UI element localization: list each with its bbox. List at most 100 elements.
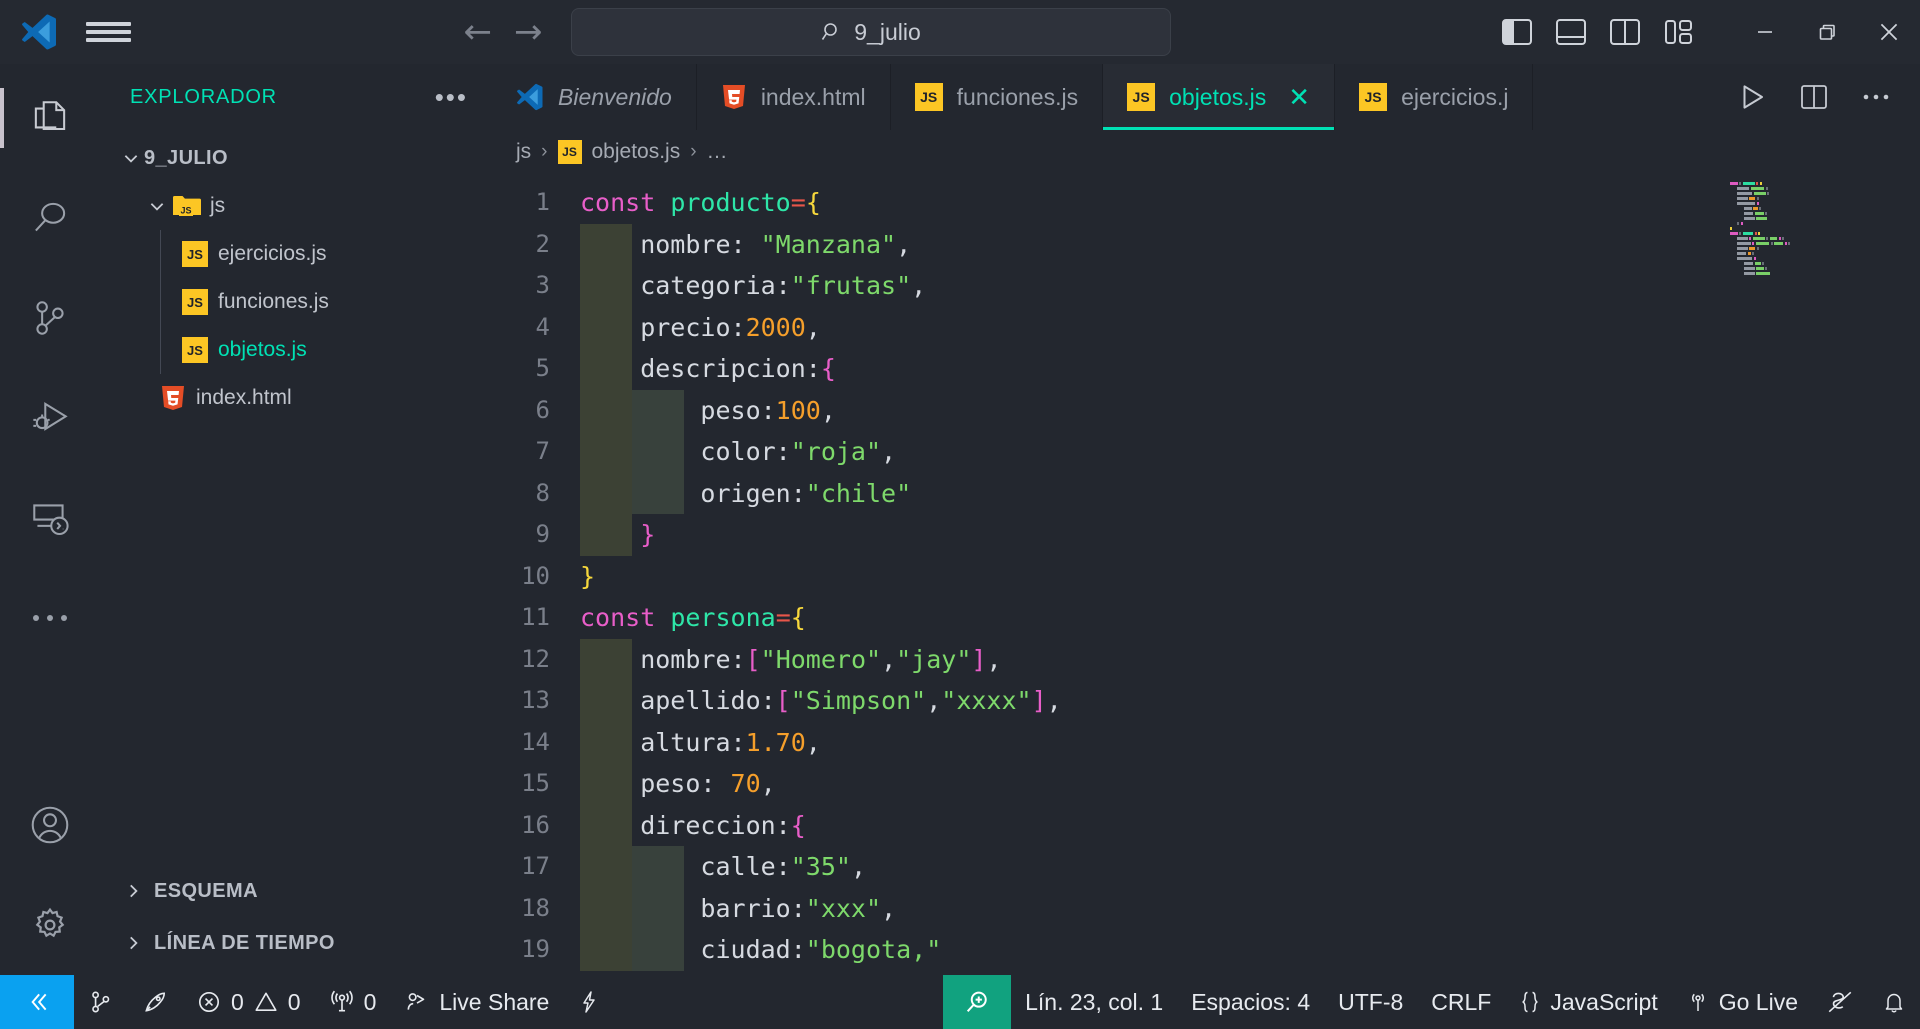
code-line[interactable]: altura:1.70, <box>568 721 1920 763</box>
code-token: , <box>986 644 1002 674</box>
code-line[interactable]: precio:2000, <box>568 306 1920 348</box>
sidebar-item-remote-explorer[interactable] <box>0 468 100 568</box>
code-token: = <box>775 603 791 632</box>
accounts-button[interactable] <box>0 775 100 875</box>
manage-settings-button[interactable] <box>0 875 100 975</box>
sidebar-item-more[interactable] <box>0 568 100 668</box>
code-token: = <box>790 188 806 217</box>
tree-file-ejercicios-js[interactable]: JS ejercicios.js <box>100 230 490 278</box>
breadcrumb-item-js[interactable]: js <box>516 140 531 164</box>
status-source-control[interactable] <box>74 975 128 1029</box>
tree-folder-js[interactable]: JS js <box>100 182 490 230</box>
code-line[interactable]: } <box>568 556 1920 598</box>
indent-guide <box>160 326 161 374</box>
search-input[interactable]: 9_julio <box>570 8 1171 56</box>
status-remote-button[interactable] <box>0 975 74 1029</box>
close-icon[interactable]: ✕ <box>1288 84 1310 110</box>
close-window-button[interactable] <box>1858 0 1920 64</box>
status-live-share[interactable]: Live Share <box>390 975 563 1029</box>
arrow-left-icon[interactable]: ← <box>464 15 493 49</box>
sidebar-item-search[interactable] <box>0 168 100 268</box>
status-ports[interactable]: 0 <box>315 975 391 1029</box>
status-screencast-zoom[interactable] <box>943 975 1012 1029</box>
breadcrumb-item-file[interactable]: objetos.js <box>592 140 681 164</box>
status-encoding[interactable]: UTF-8 <box>1324 975 1417 1029</box>
code-line[interactable]: origen:"chile" <box>568 472 1920 514</box>
code-line[interactable]: color:"roja", <box>568 431 1920 473</box>
status-go-live[interactable]: Go Live <box>1672 975 1812 1029</box>
status-zap[interactable] <box>563 975 615 1029</box>
title-bar: ← → 9_julio <box>0 0 1920 64</box>
code-token: } <box>640 520 656 549</box>
breadcrumb: js › JS objetos.js › … <box>490 130 1920 174</box>
tab-objetos-js[interactable]: JS objetos.js ✕ <box>1103 64 1336 130</box>
tree-file-funciones-js[interactable]: JS funciones.js <box>100 278 490 326</box>
line-number: 16 <box>521 810 550 839</box>
prettier-icon <box>1826 989 1854 1015</box>
sidebar-item-run-debug[interactable] <box>0 368 100 468</box>
status-problems[interactable]: 0 0 <box>182 975 315 1029</box>
code-token: "Homero" <box>760 644 882 674</box>
breadcrumb-separator: › <box>541 141 548 162</box>
editor-more-actions-button[interactable] <box>1848 69 1904 125</box>
sidebar-item-explorer[interactable] <box>0 68 100 168</box>
tab-bienvenido[interactable]: Bienvenido <box>490 64 697 130</box>
editor-vertical-scrollbar[interactable] <box>1902 174 1920 975</box>
radio-tower-icon <box>329 989 355 1015</box>
js-file-icon: JS <box>1127 83 1156 111</box>
chevron-right-icon <box>124 882 142 900</box>
split-editor-button[interactable] <box>1786 69 1842 125</box>
code-line[interactable]: descripcion:{ <box>568 348 1920 390</box>
layout-sidebar-right-icon[interactable] <box>1602 9 1648 55</box>
maximize-window-button[interactable] <box>1796 0 1858 64</box>
code-line[interactable]: direccion:{ <box>568 804 1920 846</box>
code-line[interactable]: peso:100, <box>568 389 1920 431</box>
run-file-button[interactable] <box>1724 69 1780 125</box>
code-editor[interactable]: 1 2 3 4 5 6 7 8 9 10 11 12 13 14 15 16 17 18 19 const prod… <box>490 174 1920 975</box>
code-line[interactable]: ciudad:"bogota," <box>568 929 1920 971</box>
status-prettier[interactable] <box>1812 975 1868 1029</box>
tree-file-index-html[interactable]: index.html <box>100 374 490 422</box>
status-rocket[interactable] <box>128 975 182 1029</box>
breadcrumb-item-symbol[interactable]: … <box>707 140 728 164</box>
status-language-mode[interactable]: JavaScript <box>1505 975 1671 1029</box>
layout-customize-icon[interactable] <box>1656 9 1702 55</box>
status-eol[interactable]: CRLF <box>1417 975 1505 1029</box>
remote-window-icon <box>24 989 50 1015</box>
chevron-down-icon <box>118 149 144 167</box>
layout-sidebar-left-icon[interactable] <box>1494 9 1540 55</box>
code-content[interactable]: const producto={ nombre: "Manzana", cate… <box>568 174 1920 975</box>
code-line[interactable]: categoria:"frutas", <box>568 265 1920 307</box>
status-indentation[interactable]: Espacios: 4 <box>1177 975 1324 1029</box>
indent-guide <box>580 721 632 763</box>
search-icon <box>28 196 72 240</box>
tree-file-objetos-js[interactable]: JS objetos.js <box>100 326 490 374</box>
explorer-more-actions-button[interactable]: ••• <box>435 84 468 110</box>
code-line[interactable]: } <box>568 514 1920 556</box>
section-esquema[interactable]: ESQUEMA <box>100 865 490 917</box>
section-linea-de-tiempo[interactable]: LÍNEA DE TIEMPO <box>100 917 490 969</box>
status-cursor-position[interactable]: Lín. 23, col. 1 <box>1011 975 1177 1029</box>
code-line[interactable]: peso: 70, <box>568 763 1920 805</box>
code-line[interactable]: nombre:["Homero","jay"], <box>568 638 1920 680</box>
minimize-window-button[interactable] <box>1734 0 1796 64</box>
tree-root-9-julio[interactable]: 9_JULIO <box>100 134 490 182</box>
hamburger-menu-icon[interactable] <box>76 18 140 46</box>
code-line[interactable]: nombre: "Manzana", <box>568 223 1920 265</box>
sidebar-item-source-control[interactable] <box>0 268 100 368</box>
line-number: 19 <box>521 935 550 963</box>
code-line[interactable]: const persona={ <box>568 597 1920 639</box>
tab-ejercicios-js[interactable]: JS ejercicios.j <box>1335 64 1534 130</box>
code-line[interactable]: apellido:["Simpson","xxxx"], <box>568 680 1920 722</box>
code-line[interactable]: barrio:"xxx", <box>568 887 1920 929</box>
code-token: { <box>790 603 806 632</box>
tab-index-html[interactable]: index.html <box>696 64 891 130</box>
arrow-right-icon[interactable]: → <box>514 15 543 49</box>
code-line[interactable]: calle:"35", <box>568 846 1920 888</box>
tab-funciones-js[interactable]: JS funciones.js <box>890 64 1104 130</box>
bell-icon <box>1882 989 1906 1015</box>
indent-guide <box>580 929 632 971</box>
status-notifications[interactable] <box>1868 975 1920 1029</box>
code-line[interactable]: const producto={ <box>568 182 1920 224</box>
layout-panel-bottom-icon[interactable] <box>1548 9 1594 55</box>
